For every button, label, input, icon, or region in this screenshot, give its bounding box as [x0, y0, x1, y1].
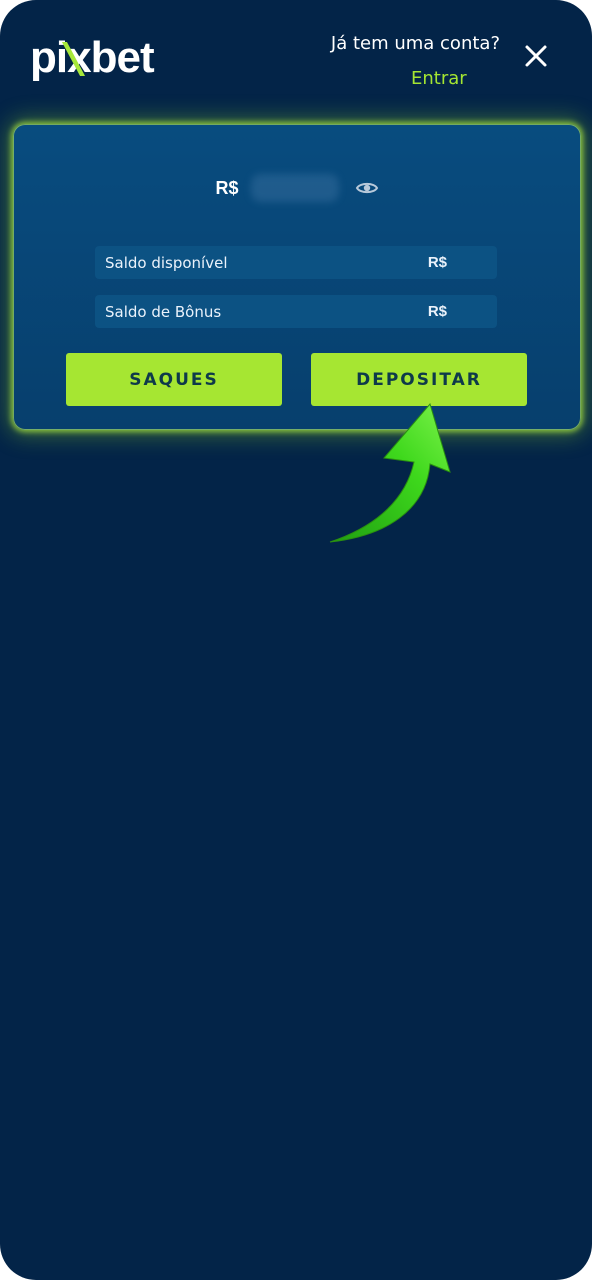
- available-balance-currency: R$: [427, 254, 447, 271]
- pointer-arrow-icon: [329, 402, 451, 543]
- pixbet-logo: pixbet: [30, 33, 155, 82]
- available-balance-row: Saldo disponível R$: [95, 246, 497, 279]
- close-icon: [525, 45, 547, 67]
- login-link[interactable]: Entrar: [411, 68, 467, 89]
- available-balance-label: Saldo disponível: [105, 253, 228, 272]
- app-screen: pixbet Já tem uma conta? Entrar R$ Saldo…: [0, 0, 592, 1280]
- withdraw-button[interactable]: SAQUES: [66, 353, 282, 406]
- bonus-balance-label: Saldo de Bônus: [105, 302, 222, 321]
- login-question: Já tem uma conta?: [330, 33, 500, 54]
- close-button[interactable]: [520, 40, 552, 72]
- balance-card: R$ Saldo disponível R$ Saldo de Bônus R$…: [13, 124, 581, 430]
- eye-icon[interactable]: [355, 176, 379, 200]
- balance-total: R$: [14, 173, 580, 203]
- hidden-balance-amount: [250, 174, 339, 202]
- deposit-button[interactable]: DEPOSITAR: [311, 353, 527, 406]
- bonus-balance-currency: R$: [427, 303, 447, 320]
- balance-currency: R$: [215, 177, 239, 198]
- bonus-balance-row: Saldo de Bônus R$: [95, 295, 497, 328]
